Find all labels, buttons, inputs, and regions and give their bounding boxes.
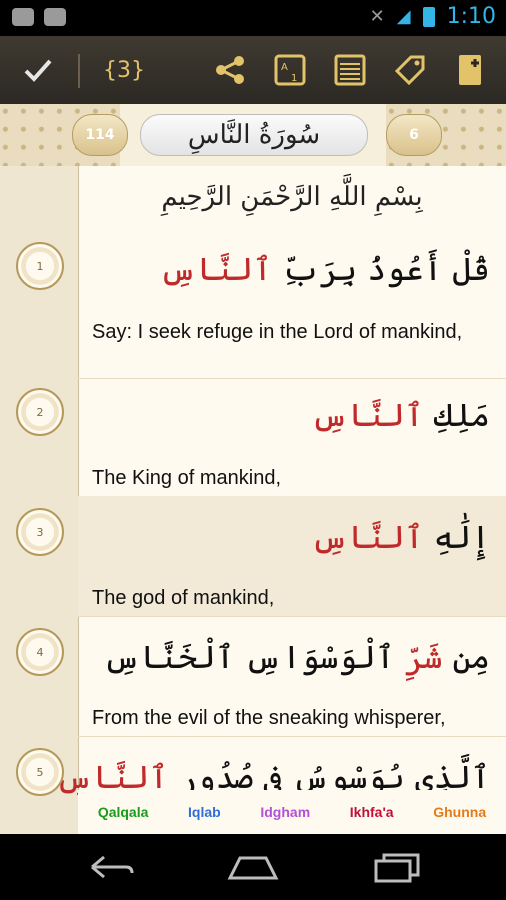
page-counter-button[interactable]: {3} xyxy=(98,48,150,92)
ayah-row-selected[interactable]: إِلَٰهِ ٱلنَّاسِ The god of mankind, xyxy=(78,496,506,617)
ayah-translation: The god of mankind, xyxy=(92,587,275,609)
ayah-count-badge: 6 xyxy=(386,114,442,156)
basmala: بِسْمِ اللَّهِ الرَّحْمَنِ الرَّحِيمِ xyxy=(161,182,423,212)
toolbar-divider xyxy=(78,54,80,88)
ayah-arabic-text: مَلِكِ xyxy=(433,396,490,434)
tajweed-legend: Qalqala Iqlab Idgham Ikhfa'a Ghunna xyxy=(78,790,506,834)
ayah-translation: From the evil of the sneaking whisperer, xyxy=(92,707,446,729)
bookmark-add-icon[interactable] xyxy=(448,48,492,92)
ayah-arabic-text: إِلَٰهِ xyxy=(433,518,490,556)
surah-number-badge: 114 xyxy=(72,114,128,156)
app-notification-icon xyxy=(12,8,34,26)
ayah-number-marker[interactable]: 3 xyxy=(16,508,64,556)
surah-title: سُورَةُ النَّاسِ xyxy=(140,114,368,156)
ayah-translation: The King of mankind, xyxy=(92,467,281,489)
legend-qalqala: Qalqala xyxy=(97,804,149,820)
ayah-translation: Say: I seek refuge in the Lord of mankin… xyxy=(92,321,463,343)
ayah-arabic-text: مِن xyxy=(442,638,491,676)
ayah-number-marker[interactable]: 2 xyxy=(16,388,64,436)
ayah-row[interactable]: مِن شَرِّ ٱلْوَسْوَاسِ ٱلْخَنَّاسِ From … xyxy=(78,616,506,737)
ayah-arabic: مَلِكِ ٱلنَّاسِ xyxy=(311,396,490,434)
check-icon[interactable] xyxy=(16,48,60,92)
surah-header: 114 سُورَةُ النَّاسِ 6 xyxy=(0,104,506,167)
ayah-number-marker[interactable]: 4 xyxy=(16,628,64,676)
ayah-arabic-text: قُلْ أَعُوذُ بِرَبِّ xyxy=(282,250,490,288)
tajweed-highlight: ٱلنَّاسِ xyxy=(311,396,434,434)
ayah-row[interactable]: قُلْ أَعُوذُ بِرَبِّ ٱلنَّاسِ Say: I see… xyxy=(78,228,506,379)
tajweed-highlight: ٱلنَّاسِ xyxy=(311,518,434,556)
mute-icon: ✕ xyxy=(369,6,385,27)
ayah-arabic: مِن شَرِّ ٱلْوَسْوَاسِ ٱلْخَنَّاسِ xyxy=(103,638,490,676)
svg-text:A: A xyxy=(281,62,288,73)
calendar-grid-icon[interactable] xyxy=(328,48,372,92)
recent-apps-icon[interactable] xyxy=(370,850,424,884)
tag-icon[interactable] xyxy=(388,48,432,92)
back-icon[interactable] xyxy=(84,850,138,884)
android-notification-icon xyxy=(44,8,66,26)
tajweed-highlight: شَرِّ xyxy=(404,638,443,676)
system-nav-bar xyxy=(0,834,506,900)
ayah-arabic-text: ٱلْوَسْوَاسِ ٱلْخَنَّاسِ xyxy=(103,638,405,676)
legend-ikhfaa: Ikhfa'a xyxy=(349,804,394,820)
legend-idgham: Idgham xyxy=(260,804,311,820)
ayah-number-marker[interactable]: 5 xyxy=(16,748,64,796)
wifi-icon: ◢ xyxy=(396,6,411,27)
svg-text:1: 1 xyxy=(291,73,297,84)
legend-ghunna: Ghunna xyxy=(433,804,487,820)
share-icon[interactable] xyxy=(208,48,252,92)
ayah-row[interactable]: مَلِكِ ٱلنَّاسِ The King of mankind, xyxy=(78,378,506,497)
tajweed-highlight: ٱلنَّاسِ xyxy=(159,250,283,288)
action-bar: {3} A1 xyxy=(0,36,506,106)
ayah-number-marker[interactable]: 1 xyxy=(16,242,64,290)
ayah-arabic: إِلَٰهِ ٱلنَّاسِ xyxy=(311,518,490,556)
status-bar: ✕ ◢ 1:10 xyxy=(0,0,506,36)
translate-icon[interactable]: A1 xyxy=(268,48,312,92)
home-icon[interactable] xyxy=(226,850,280,884)
battery-icon xyxy=(422,6,435,27)
legend-iqlab: Iqlab xyxy=(188,804,221,820)
clock: 1:10 xyxy=(446,4,496,29)
ayah-list[interactable]: بِسْمِ اللَّهِ الرَّحْمَنِ الرَّحِيمِ قُ… xyxy=(0,166,506,834)
ayah-arabic: قُلْ أَعُوذُ بِرَبِّ ٱلنَّاسِ xyxy=(159,250,490,288)
